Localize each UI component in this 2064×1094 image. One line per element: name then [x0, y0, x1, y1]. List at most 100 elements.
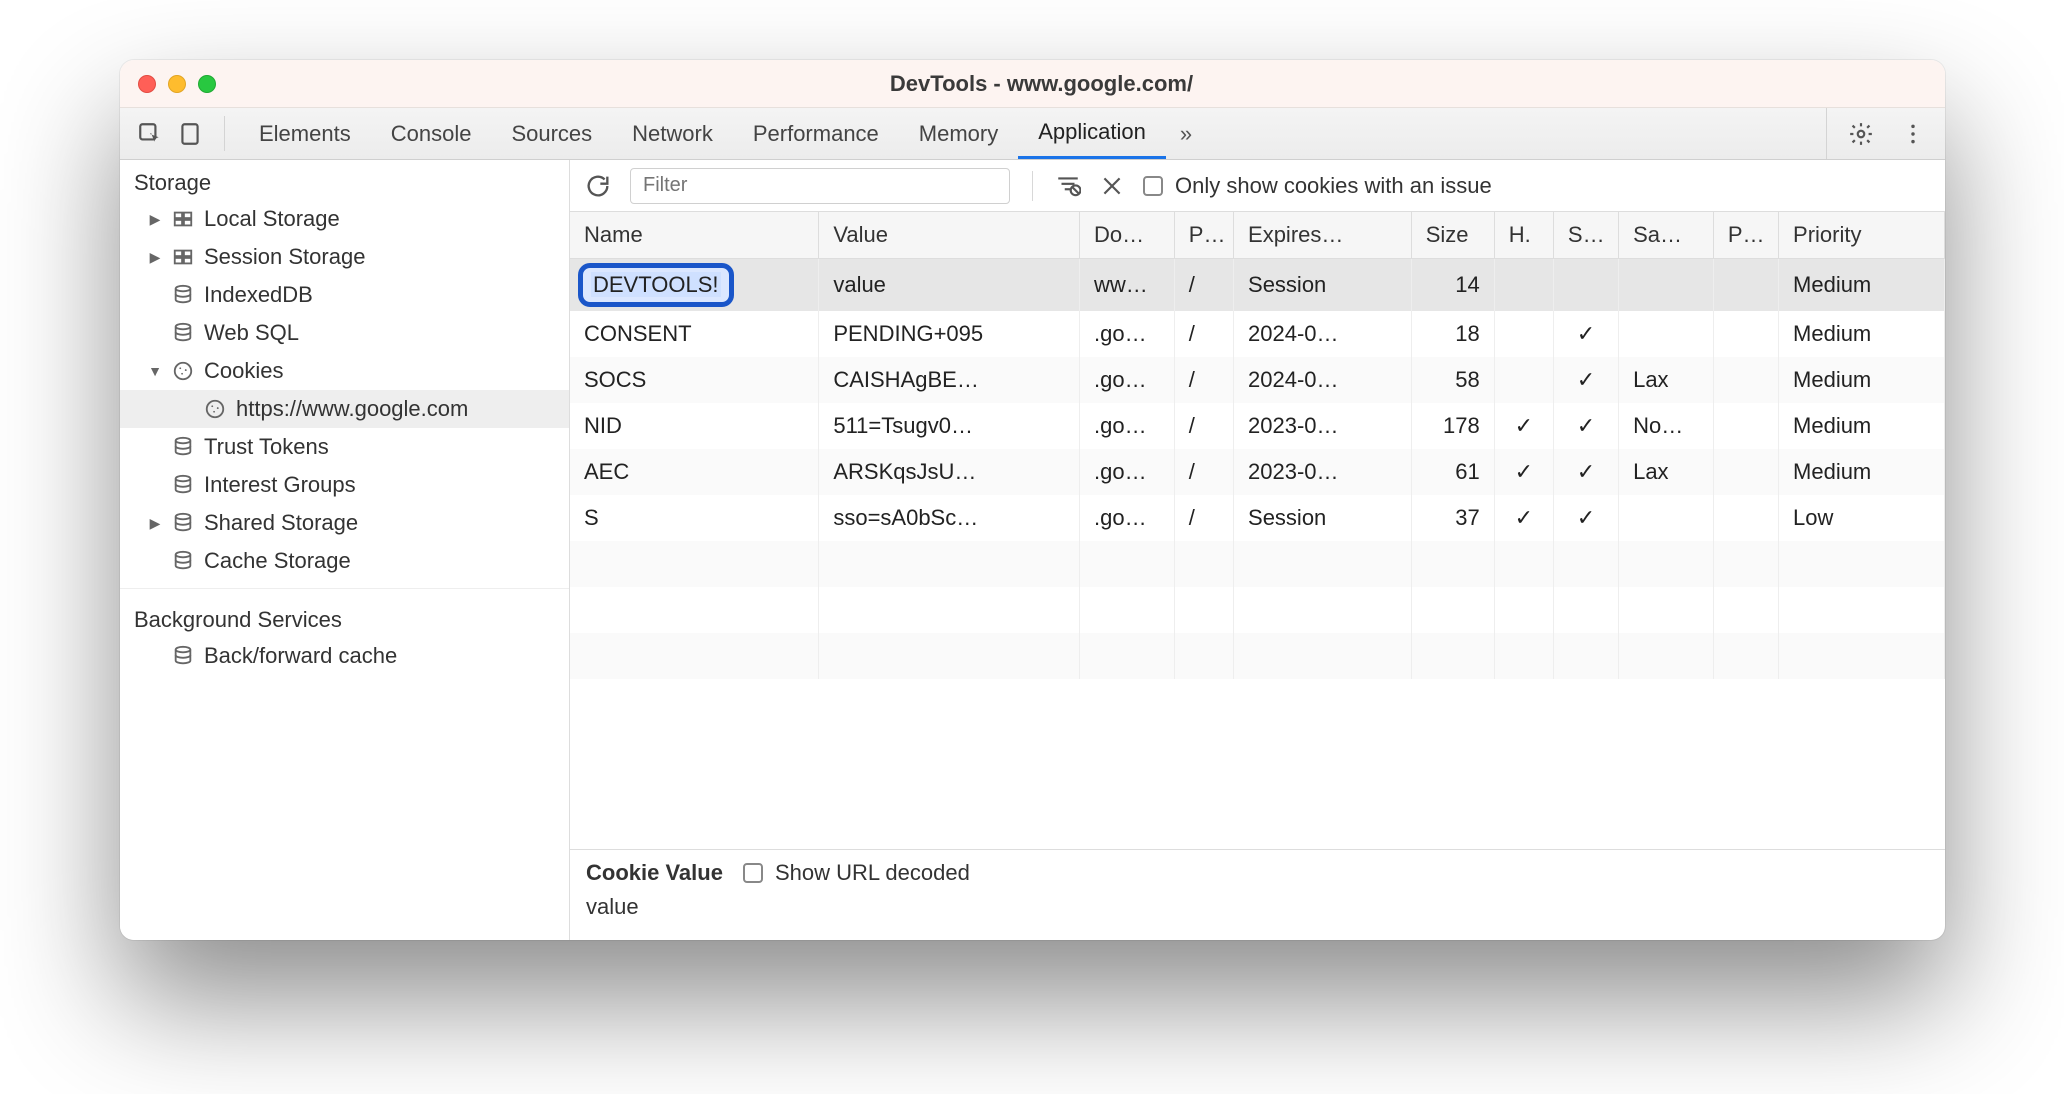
name-cell[interactable]: DEVTOOLS!: [570, 259, 819, 312]
show-url-decoded-label: Show URL decoded: [775, 860, 970, 886]
table-row[interactable]: DEVTOOLS!valueww…/Session14Medium: [570, 259, 1945, 312]
sidebar-item-label: Cookies: [204, 358, 283, 384]
table-row[interactable]: NID511=Tsugv0….go…/2023-0…178✓✓No…Medium: [570, 403, 1945, 449]
tab-memory[interactable]: Memory: [899, 108, 1018, 159]
tab-network[interactable]: Network: [612, 108, 733, 159]
database-icon: [172, 474, 194, 496]
sidebar-item-label: Shared Storage: [204, 510, 358, 536]
table-cell: [1494, 311, 1553, 357]
table-cell: .go…: [1080, 357, 1175, 403]
storage-icon: [172, 246, 194, 268]
column-header[interactable]: Do…: [1080, 212, 1175, 259]
more-tabs-chevron-icon[interactable]: »: [1166, 121, 1206, 147]
name-cell[interactable]: CONSENT: [570, 311, 819, 357]
column-header[interactable]: Value: [819, 212, 1080, 259]
name-cell[interactable]: NID: [570, 403, 819, 449]
cookie-icon: [172, 360, 194, 382]
kebab-menu-icon[interactable]: [1891, 121, 1935, 147]
sidebar-item-label: Session Storage: [204, 244, 365, 270]
table-row[interactable]: Ssso=sA0bSc….go…/Session37✓✓Low: [570, 495, 1945, 541]
table-cell: ✓: [1494, 495, 1553, 541]
device-toolbar-icon[interactable]: [170, 121, 210, 147]
table-cell: 61: [1411, 449, 1494, 495]
sidebar-item-label: IndexedDB: [204, 282, 313, 308]
name-edit-input[interactable]: DEVTOOLS!: [578, 263, 734, 307]
sidebar-item-trust-tokens[interactable]: Trust Tokens: [120, 428, 569, 466]
table-cell: value: [819, 259, 1080, 312]
inspect-element-icon[interactable]: [130, 121, 170, 147]
table-cell: 2024-0…: [1234, 357, 1412, 403]
sidebar-item-label: Local Storage: [204, 206, 340, 232]
name-cell[interactable]: S: [570, 495, 819, 541]
sidebar-section-title: Background Services: [120, 597, 569, 637]
column-header[interactable]: P…: [1713, 212, 1778, 259]
disclosure-arrow-icon: ▼: [148, 363, 162, 379]
sidebar-item-interest-groups[interactable]: Interest Groups: [120, 466, 569, 504]
close-window-button[interactable]: [138, 75, 156, 93]
table-cell: 58: [1411, 357, 1494, 403]
show-url-decoded-checkbox[interactable]: Show URL decoded: [743, 860, 970, 886]
column-header[interactable]: H.: [1494, 212, 1553, 259]
sidebar-item-shared-storage[interactable]: ▶ Shared Storage: [120, 504, 569, 542]
column-header[interactable]: Size: [1411, 212, 1494, 259]
tab-console[interactable]: Console: [371, 108, 492, 159]
table-cell: ✓: [1553, 357, 1618, 403]
name-cell[interactable]: SOCS: [570, 357, 819, 403]
sidebar-item-cookies[interactable]: ▼ Cookies: [120, 352, 569, 390]
sidebar-item-indexeddb[interactable]: IndexedDB: [120, 276, 569, 314]
column-header[interactable]: Priority: [1779, 212, 1945, 259]
settings-gear-icon[interactable]: [1839, 121, 1883, 147]
tab-application[interactable]: Application: [1018, 108, 1166, 159]
sidebar-item-https-www-google-com[interactable]: https://www.google.com: [120, 390, 569, 428]
sidebar-item-label: Cache Storage: [204, 548, 351, 574]
cookies-table: NameValueDo…P…Expires…SizeH.S…Sa…P…Prior…: [570, 212, 1945, 679]
clear-filter-icon[interactable]: [1055, 173, 1081, 199]
column-header[interactable]: Sa…: [1619, 212, 1714, 259]
table-cell: ✓: [1553, 495, 1618, 541]
sidebar-item-cache-storage[interactable]: Cache Storage: [120, 542, 569, 580]
panel-tabstrip: ElementsConsoleSourcesNetworkPerformance…: [120, 108, 1945, 160]
cookies-table-wrapper[interactable]: NameValueDo…P…Expires…SizeH.S…Sa…P…Prior…: [570, 212, 1945, 849]
sidebar-item-local-storage[interactable]: ▶ Local Storage: [120, 200, 569, 238]
table-cell: /: [1174, 495, 1233, 541]
disclosure-arrow-icon: ▶: [148, 211, 162, 228]
table-cell: /: [1174, 357, 1233, 403]
tab-elements[interactable]: Elements: [239, 108, 371, 159]
table-cell: No…: [1619, 403, 1714, 449]
table-row[interactable]: CONSENTPENDING+095.go…/2024-0…18✓Medium: [570, 311, 1945, 357]
checkbox-icon: [1143, 176, 1163, 196]
table-cell: [1713, 357, 1778, 403]
filter-input[interactable]: [630, 168, 1010, 204]
database-icon: [172, 512, 194, 534]
column-header[interactable]: Expires…: [1234, 212, 1412, 259]
column-header[interactable]: P…: [1174, 212, 1233, 259]
refresh-icon[interactable]: [584, 172, 612, 200]
sidebar-item-label: Trust Tokens: [204, 434, 329, 460]
checkbox-icon: [743, 863, 763, 883]
table-cell: ARSKqsJsU…: [819, 449, 1080, 495]
table-cell: Medium: [1779, 403, 1945, 449]
column-header[interactable]: S…: [1553, 212, 1618, 259]
only-issue-label: Only show cookies with an issue: [1175, 173, 1492, 199]
name-cell[interactable]: AEC: [570, 449, 819, 495]
table-row[interactable]: SOCSCAISHAgBE….go…/2024-0…58✓LaxMedium: [570, 357, 1945, 403]
disclosure-arrow-icon: ▶: [148, 515, 162, 532]
column-header[interactable]: Name: [570, 212, 819, 259]
sidebar-item-web-sql[interactable]: Web SQL: [120, 314, 569, 352]
maximize-window-button[interactable]: [198, 75, 216, 93]
titlebar: DevTools - www.google.com/: [120, 60, 1945, 108]
tab-performance[interactable]: Performance: [733, 108, 899, 159]
table-cell: /: [1174, 311, 1233, 357]
minimize-window-button[interactable]: [168, 75, 186, 93]
tab-sources[interactable]: Sources: [491, 108, 612, 159]
table-cell: 14: [1411, 259, 1494, 312]
delete-all-icon[interactable]: [1099, 173, 1125, 199]
table-cell: Medium: [1779, 357, 1945, 403]
sidebar-item-back-forward-cache[interactable]: Back/forward cache: [120, 637, 569, 675]
sidebar-item-session-storage[interactable]: ▶Session Storage: [120, 238, 569, 276]
table-row[interactable]: AECARSKqsJsU….go…/2023-0…61✓✓LaxMedium: [570, 449, 1945, 495]
table-cell: .go…: [1080, 311, 1175, 357]
database-icon: [172, 550, 194, 572]
table-cell: /: [1174, 259, 1233, 312]
only-issue-checkbox[interactable]: Only show cookies with an issue: [1143, 173, 1492, 199]
